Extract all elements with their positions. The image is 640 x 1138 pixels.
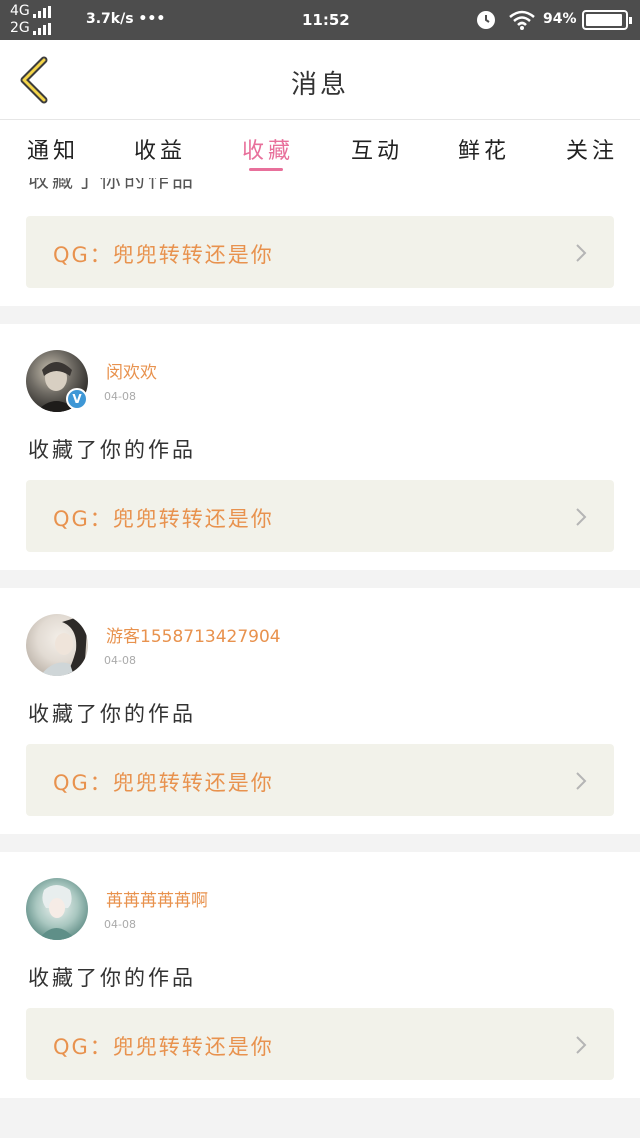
user-name[interactable]: 游客1558713427904: [106, 622, 281, 647]
tab-flowers[interactable]: 鲜花: [458, 133, 510, 165]
active-tab-indicator: [249, 168, 283, 171]
tab-favorites[interactable]: 收藏: [242, 133, 294, 165]
favorite-card: V 闵欢欢 04-08 收藏了你的作品 QG：兜兜转转还是你: [0, 324, 640, 570]
work-link[interactable]: QG：兜兜转转还是你: [26, 480, 614, 552]
tab-bar: 通知 收益 收藏 互动 鲜花 关注: [0, 120, 640, 178]
work-title: QG：兜兜转转还是你: [53, 507, 274, 531]
page-title: 消息: [290, 70, 349, 100]
favorite-card: 游客1558713427904 04-08 收藏了你的作品 QG：兜兜转转还是你: [0, 588, 640, 834]
battery-icon: [582, 10, 632, 30]
avatar-image: [40, 614, 88, 676]
tab-interaction[interactable]: 互动: [351, 133, 403, 165]
clock: 11:52: [302, 11, 350, 29]
alarm-icon: [477, 11, 495, 29]
favorite-card: 苒苒苒苒苒啊 04-08 收藏了你的作品 QG：兜兜转转还是你: [0, 852, 640, 1098]
signal-icon: [32, 5, 53, 18]
network-speed: 3.7k/s •••: [86, 11, 166, 27]
work-link[interactable]: QG：兜兜转转还是你: [26, 216, 614, 288]
action-text: 收藏了你的作品: [28, 966, 196, 990]
work-title: QG：兜兜转转还是你: [53, 771, 274, 795]
avatar[interactable]: [26, 614, 88, 676]
network-indicator: 4G 2G: [10, 3, 74, 37]
status-bar: 4G 2G 3.7k/s ••• 11:52 94%: [0, 0, 640, 40]
work-title: QG：兜兜转转还是你: [53, 243, 274, 267]
post-date: 04-08: [104, 654, 136, 667]
battery-percent: 94%: [543, 11, 577, 27]
action-text: 收藏了你的作品: [28, 178, 196, 192]
chevron-right-icon: [576, 1036, 587, 1054]
chevron-right-icon: [576, 772, 587, 790]
work-title: QG：兜兜转转还是你: [53, 1035, 274, 1059]
user-name[interactable]: 闵欢欢: [106, 358, 157, 383]
tab-earnings[interactable]: 收益: [134, 133, 186, 165]
avatar[interactable]: [26, 878, 88, 940]
work-link[interactable]: QG：兜兜转转还是你: [26, 1008, 614, 1080]
network-4g: 4G: [10, 3, 30, 19]
avatar-image: [38, 885, 76, 940]
favorite-card: 收藏了你的作品 QG：兜兜转转还是你: [0, 178, 640, 306]
network-2g: 2G: [10, 20, 30, 36]
action-text: 收藏了你的作品: [28, 702, 196, 726]
user-name[interactable]: 苒苒苒苒苒啊: [106, 886, 208, 911]
tab-notice[interactable]: 通知: [27, 133, 79, 165]
nav-bar: 消息: [0, 40, 640, 120]
verified-badge-icon: V: [66, 388, 88, 410]
post-date: 04-08: [104, 390, 136, 403]
post-date: 04-08: [104, 918, 136, 931]
chevron-right-icon: [576, 508, 587, 526]
action-text: 收藏了你的作品: [28, 438, 196, 462]
wifi-icon: [509, 10, 535, 30]
work-link[interactable]: QG：兜兜转转还是你: [26, 744, 614, 816]
chevron-right-icon: [576, 244, 587, 262]
tab-follow[interactable]: 关注: [566, 133, 618, 165]
signal-icon: [32, 22, 53, 35]
